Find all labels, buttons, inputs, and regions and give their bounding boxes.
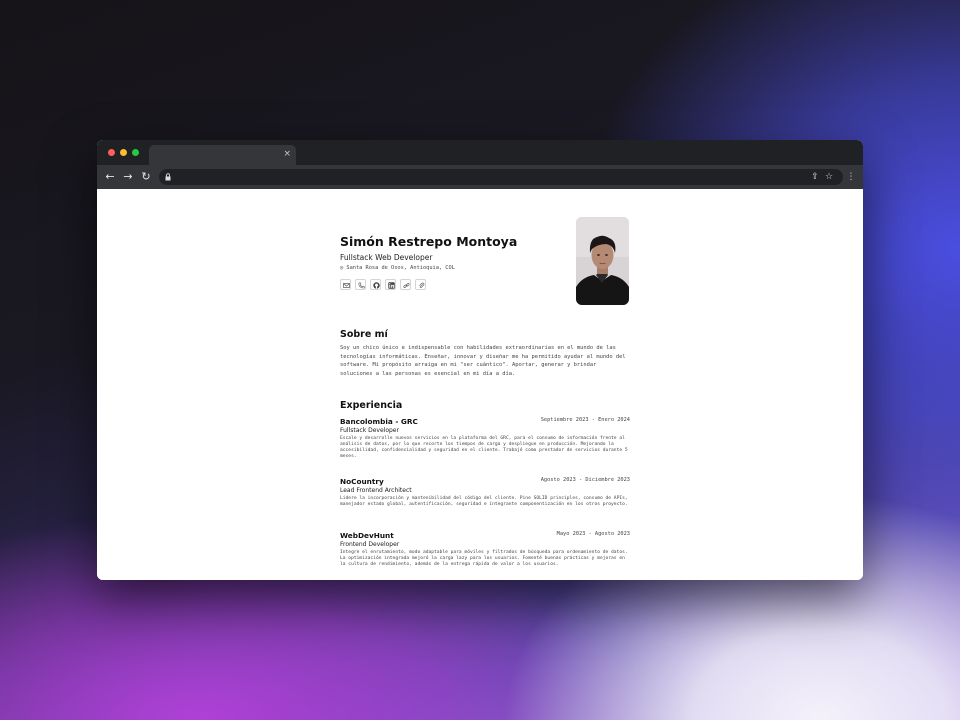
back-button[interactable]: ← [103, 169, 117, 185]
job-role: Frontend Developer [340, 541, 400, 548]
about-heading: Sobre mí [340, 329, 388, 340]
forward-button[interactable]: → [121, 169, 135, 185]
phone-icon[interactable] [355, 279, 366, 290]
profile-role: Fullstack Web Developer [340, 253, 433, 262]
job-role: Fullstack Developer [340, 427, 399, 434]
github-icon[interactable] [370, 279, 381, 290]
linkedin-icon[interactable] [385, 279, 396, 290]
tab-strip: × [97, 140, 863, 165]
reload-button[interactable]: ↻ [139, 169, 153, 185]
job-company: Bancolombia - GRC [340, 417, 418, 426]
about-text: Soy un chico único e indispensable con h… [340, 345, 626, 377]
close-window-button[interactable] [108, 149, 115, 156]
job-dates: Mayo 2023 - Agosto 2023 [556, 531, 630, 537]
profile-location: ◎ Santa Rosa de Osos, Antioquia, COL [340, 265, 455, 271]
lock-icon [165, 173, 171, 181]
job-description: Escale y desarrolle nuevos servicios en … [340, 436, 628, 459]
mail-icon[interactable] [340, 279, 351, 290]
browser-toolbar: ← → ↻ ⇪ ☆ ⋮ [97, 165, 863, 189]
job-dates: Agosto 2023 - Diciembre 2023 [540, 477, 630, 483]
job-role: Lead Frontend Architect [340, 487, 412, 494]
profile-photo [576, 217, 629, 305]
browser-menu-icon[interactable]: ⋮ [845, 169, 857, 185]
location-icon: ◎ [340, 265, 344, 271]
job-description: Lidere la incorporación y mantenibilidad… [340, 496, 628, 507]
job-dates: Septiembre 2023 - Enero 2024 [540, 417, 630, 423]
browser-tab[interactable]: × [149, 145, 296, 165]
profile-name: Simón Restrepo Montoya [340, 234, 518, 249]
minimize-window-button[interactable] [120, 149, 127, 156]
experience-heading: Experiencia [340, 400, 403, 411]
address-bar[interactable] [159, 169, 843, 185]
job-company: NoCountry [340, 477, 384, 486]
share-icon[interactable]: ⇪ [809, 169, 821, 185]
job-description: Integre el enrutamiento, modo adaptable … [340, 550, 628, 567]
attachment-icon[interactable] [415, 279, 426, 290]
job-company: WebDevHunt [340, 531, 394, 540]
link-icon[interactable] [400, 279, 411, 290]
close-tab-icon[interactable]: × [283, 147, 291, 161]
page-viewport: Simón Restrepo Montoya Fullstack Web Dev… [97, 189, 863, 580]
maximize-window-button[interactable] [132, 149, 139, 156]
location-text: Santa Rosa de Osos, Antioquia, COL [346, 265, 455, 271]
browser-window: × ← → ↻ ⇪ ☆ ⋮ Simón Restrepo Montoya Ful… [97, 140, 863, 580]
bookmark-star-icon[interactable]: ☆ [823, 169, 835, 185]
